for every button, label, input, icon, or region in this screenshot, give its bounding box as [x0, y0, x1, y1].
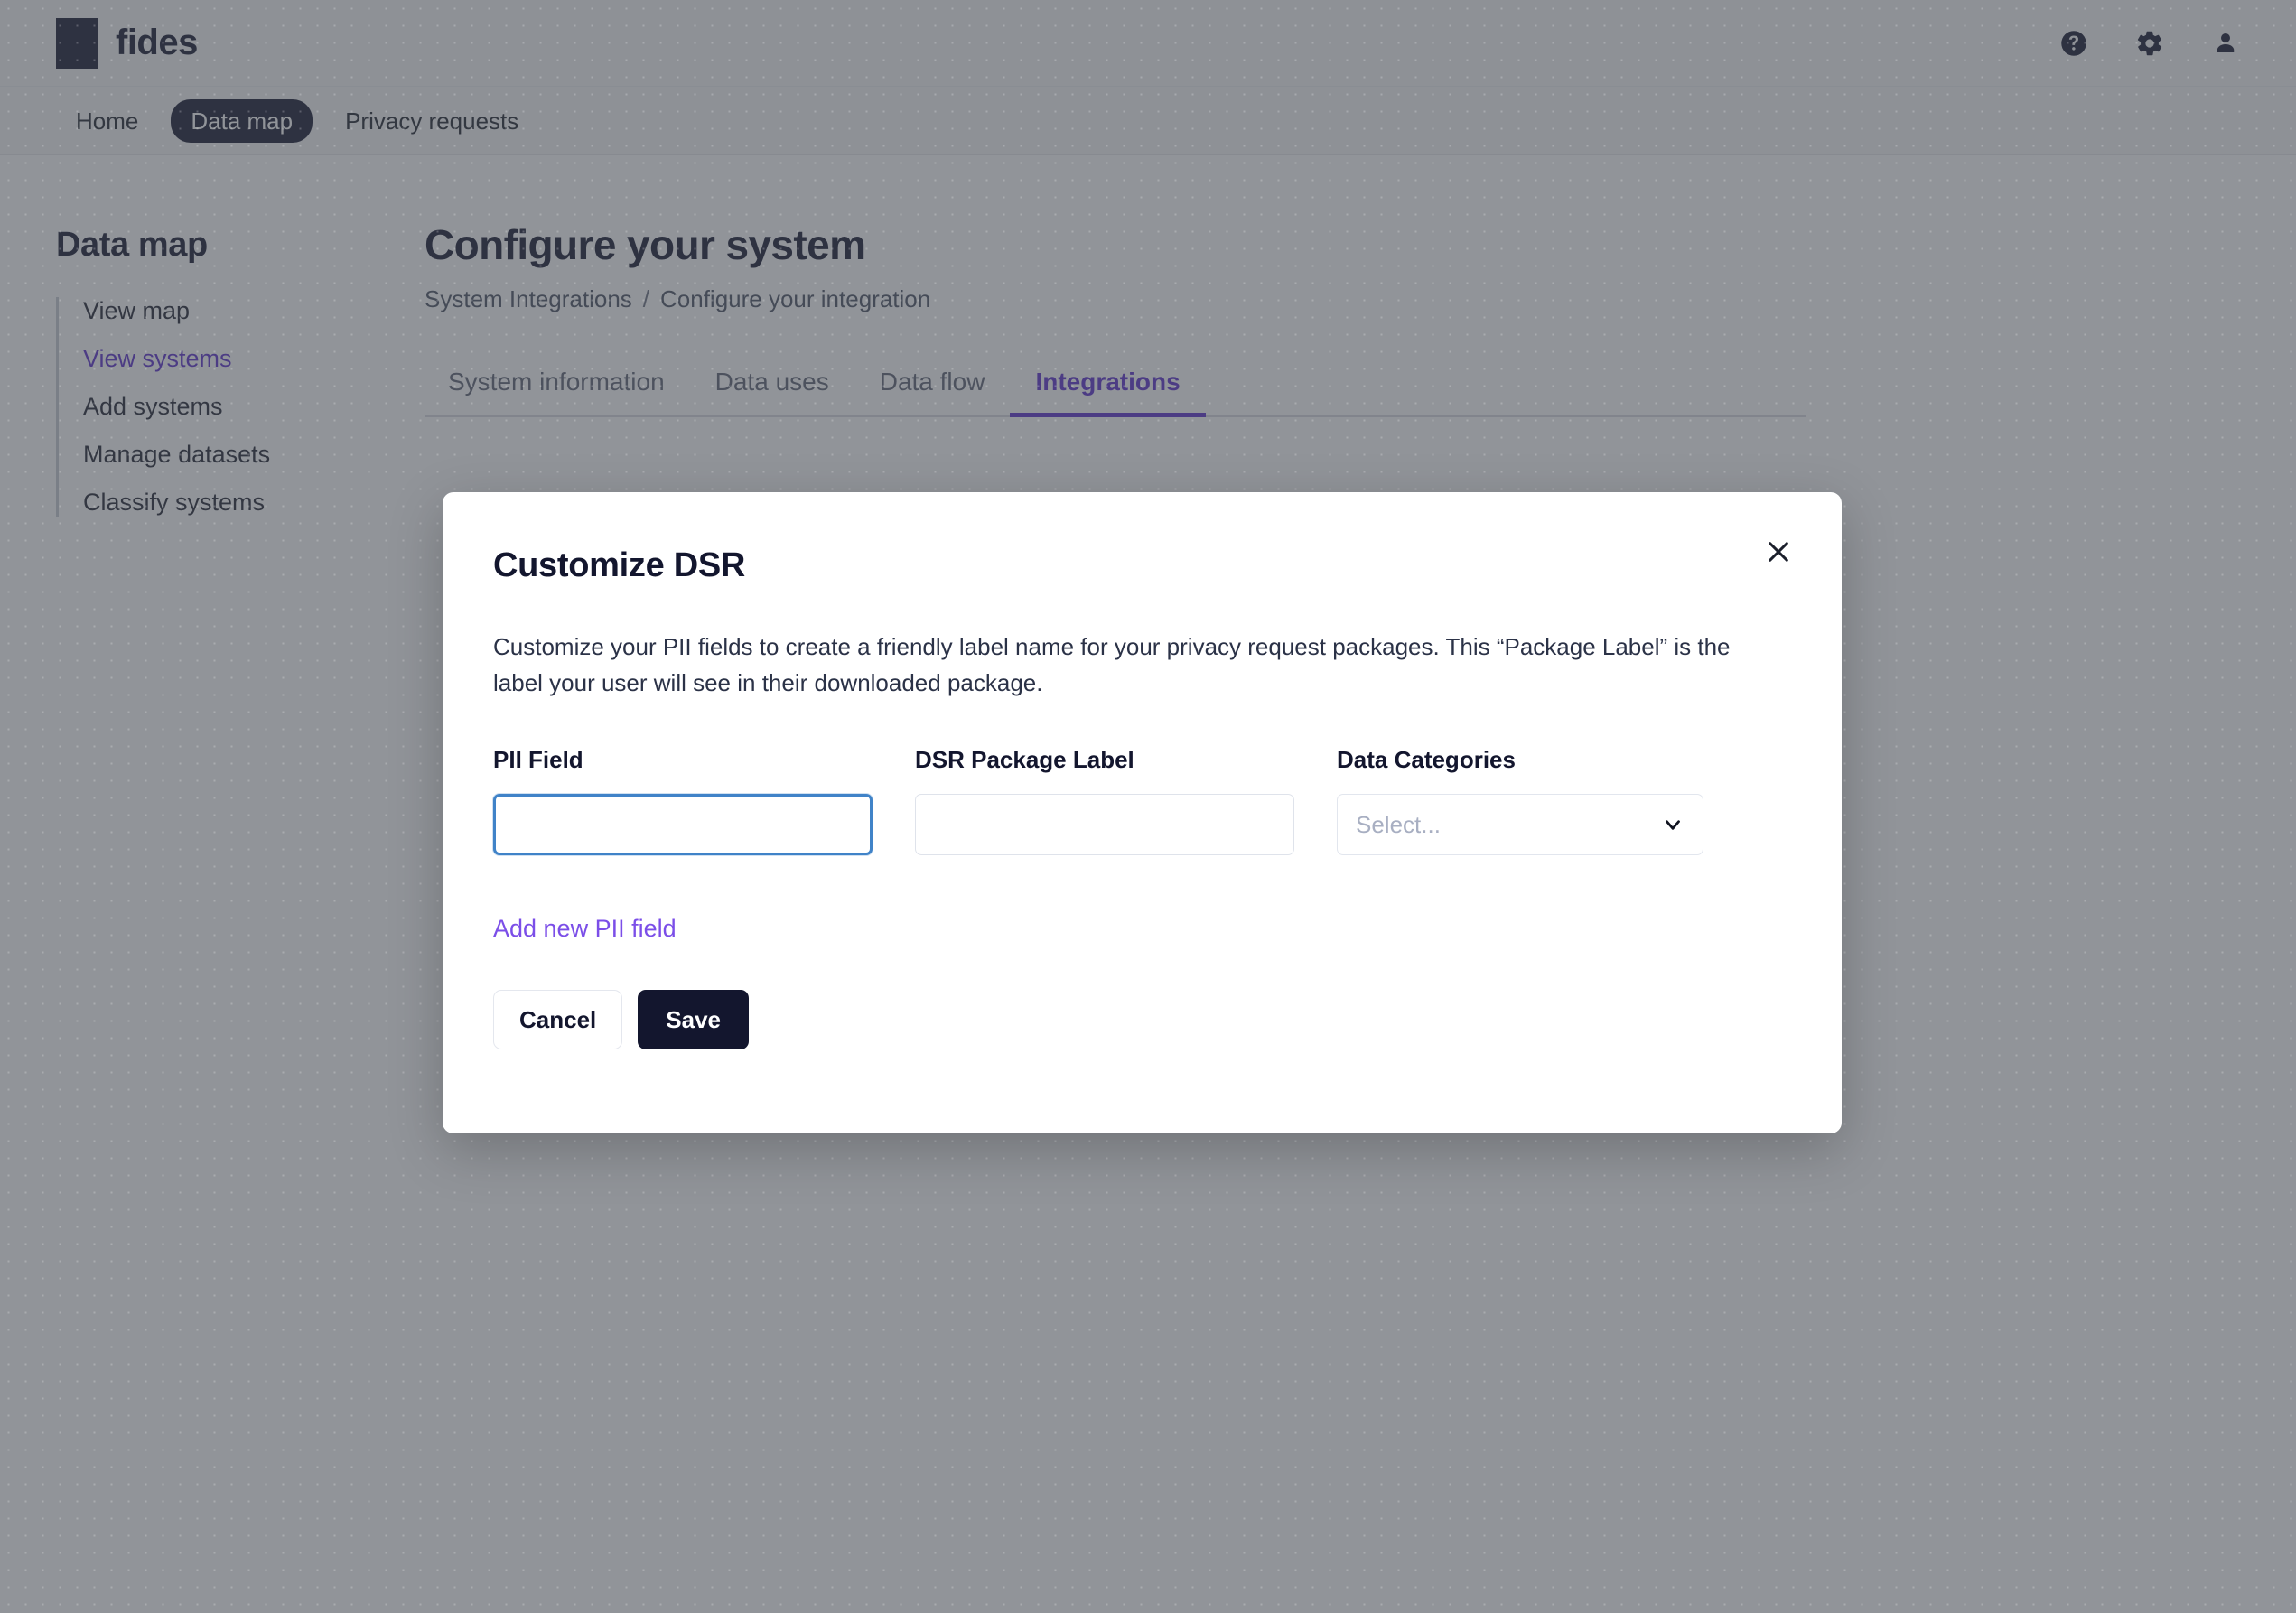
modal-description: Customize your PII fields to create a fr… — [493, 633, 1731, 697]
dsr-package-label-label: DSR Package Label — [915, 746, 1134, 774]
dsr-package-label-input[interactable] — [915, 794, 1294, 856]
pii-field-input[interactable] — [493, 794, 873, 856]
add-new-pii-field-link[interactable]: Add new PII field — [493, 915, 677, 943]
pii-field-row: PII Field DSR Package Label Data Categor… — [493, 746, 1791, 856]
modal-actions: Cancel Save — [493, 990, 1791, 1050]
chevron-down-icon — [1661, 813, 1685, 836]
data-categories-group: Data Categories Select... — [1337, 746, 1705, 856]
data-categories-select[interactable]: Select... — [1337, 794, 1703, 856]
modal-title: Customize DSR — [493, 546, 746, 584]
dsr-package-label-group: DSR Package Label — [915, 746, 1337, 856]
close-icon[interactable] — [1753, 527, 1804, 577]
cancel-button[interactable]: Cancel — [493, 990, 623, 1050]
data-categories-select-wrap: Select... — [1337, 794, 1703, 856]
data-categories-label: Data Categories — [1337, 746, 1516, 774]
pii-field-group: PII Field — [493, 746, 915, 856]
save-button[interactable]: Save — [638, 990, 749, 1050]
pii-field-label: PII Field — [493, 746, 583, 774]
customize-dsr-modal: Customize DSR Customize your PII fields … — [443, 492, 1842, 1133]
data-categories-placeholder: Select... — [1356, 810, 1441, 838]
